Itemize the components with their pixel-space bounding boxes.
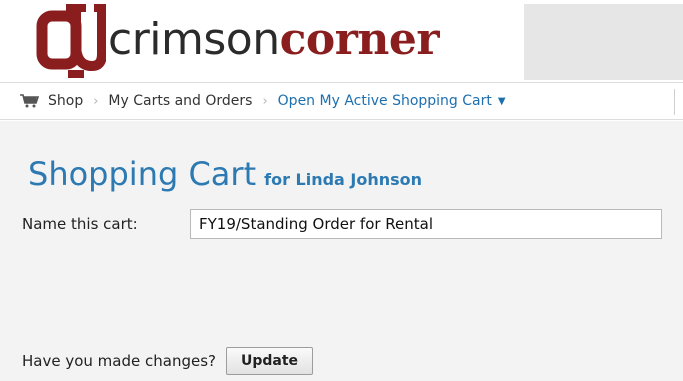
page-subtitle: for Linda Johnson bbox=[264, 170, 423, 189]
breadcrumb-divider bbox=[674, 89, 675, 115]
ou-logo-icon[interactable] bbox=[36, 4, 106, 78]
cart-content: Shopping Cart for Linda Johnson Name this… bbox=[0, 121, 683, 381]
page-title: Shopping Cart for Linda Johnson bbox=[28, 155, 422, 193]
brand-name[interactable]: crimsoncorner bbox=[108, 12, 440, 68]
breadcrumb-separator: › bbox=[262, 93, 268, 109]
page-title-main: Shopping Cart bbox=[28, 155, 257, 193]
breadcrumb-shop-label: Shop bbox=[48, 93, 84, 109]
cart-name-input[interactable] bbox=[190, 209, 662, 239]
breadcrumb-active-cart-label: Open My Active Shopping Cart bbox=[277, 93, 492, 109]
brand-name-light: crimson bbox=[108, 14, 280, 65]
cart-name-label: Name this cart: bbox=[22, 215, 138, 233]
breadcrumb-carts-orders[interactable]: My Carts and Orders bbox=[108, 93, 252, 109]
chevron-down-icon[interactable]: ▼ bbox=[498, 96, 506, 107]
breadcrumb-shop[interactable]: Shop bbox=[20, 93, 83, 109]
shopping-cart-icon bbox=[20, 94, 40, 108]
breadcrumb-carts-orders-label: My Carts and Orders bbox=[108, 93, 253, 109]
cart-name-row: Name this cart: bbox=[22, 209, 662, 239]
update-button[interactable]: Update bbox=[225, 347, 314, 375]
brand-name-bold: corner bbox=[279, 14, 440, 65]
breadcrumb: Shop › My Carts and Orders › Open My Act… bbox=[0, 82, 683, 120]
breadcrumb-separator: › bbox=[93, 93, 99, 109]
breadcrumb-active-cart[interactable]: Open My Active Shopping Cart ▼ bbox=[278, 93, 506, 109]
site-header: crimsoncorner bbox=[0, 0, 683, 82]
header-side-panel bbox=[524, 4, 683, 80]
update-row: Have you made changes? Update bbox=[22, 347, 314, 375]
update-prompt: Have you made changes? bbox=[22, 352, 216, 370]
